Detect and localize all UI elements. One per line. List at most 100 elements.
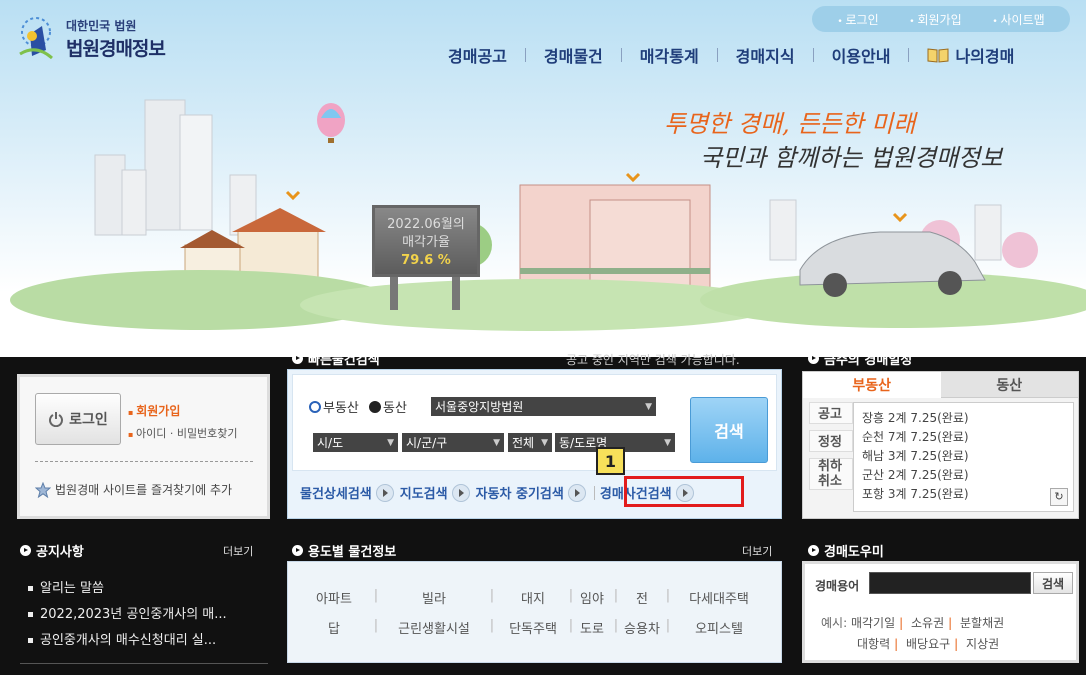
usage-paddy[interactable]: 답 [298,618,370,637]
notice-title-label: 공지사항 [36,545,84,560]
usage-villa[interactable]: 빌라 [382,588,486,607]
glossary-title: 경매도우미 [808,541,884,560]
glossary-examples: 예시: 매각기일 | 소유권 | 분할채권 대항력 | 배당요구 | 지상권 [821,613,1004,655]
category-withdraw[interactable]: 취하 취소 [809,458,853,490]
usage-detached[interactable]: 단독주택 [498,618,568,637]
example-term[interactable]: 소유권 [911,616,944,630]
list-item[interactable]: 알리는 말씀 [28,576,227,602]
usage-forest[interactable]: 임야 [574,588,610,607]
example-term[interactable]: 분할채권 [960,616,1004,630]
list-item[interactable]: 2022,2023년 공인중개사의 매... [28,602,227,628]
category-correction[interactable]: 정정 [809,430,853,452]
divider: | [665,588,671,603]
all-select-value: 전체 [512,436,535,450]
list-item[interactable]: 장흥 2계 7.25(완료) [862,409,1065,428]
radio-movable[interactable]: 동산 [369,397,407,416]
detail-search-link[interactable]: 물건상세검색 [300,483,394,502]
usage-multi-family[interactable]: 다세대주택 [674,588,764,607]
list-item[interactable]: 공인중개사의 매수신청대리 실... [28,628,227,654]
chevron-down-icon: ▼ [387,437,394,448]
chevron-right-icon [451,483,470,502]
join-link[interactable]: 회원가입 [128,402,180,419]
divider: | [894,637,899,651]
example-label: 예시: [821,616,848,630]
detail-search-label: 물건상세검색 [300,487,372,502]
usage-title: 용도별 물건정보 [292,541,396,560]
quick-search-button[interactable]: 검색 [690,397,768,463]
sigungu-select[interactable]: 시/군/구 ▼ [402,433,504,452]
add-favorite-link[interactable]: 법원경매 사이트를 즐겨찾기에 추가 [35,481,232,498]
category-cancel-label: 취소 [818,474,842,489]
list-item[interactable]: 해남 3계 7.25(완료) [862,447,1065,466]
divider: | [613,588,619,603]
usage-road[interactable]: 도로 [574,618,610,637]
divider: | [613,618,619,633]
court-select[interactable]: 서울중앙지방법원 ▼ [431,397,656,416]
power-icon [49,412,64,427]
glossary-search-input[interactable] [869,572,1031,594]
usage-land[interactable]: 대지 [498,588,568,607]
usage-officetel[interactable]: 오피스텔 [674,618,764,637]
schedule-panel: 부동산 동산 공고 정정 취하 취소 장흥 2계 7.25(완료) 순천 7계 … [802,371,1079,519]
billboard-value: 79.6 % [401,253,451,268]
usage-more-link[interactable]: 더보기 [742,543,772,559]
map-search-link[interactable]: 지도검색 [400,483,470,502]
hero-banner: 대한민국 법원 법원경매정보 로그인 회원가입 사이트맵 경매공고 경매물건 매… [0,0,1086,357]
court-select-value: 서울중앙지방법원 [435,400,524,414]
schedule-title: 금주의 경매일정 [808,349,912,368]
divider: | [373,588,379,603]
divider: | [954,637,959,651]
bullet-icon [292,545,303,556]
quick-search-title: 빠른물건검색 [292,349,380,368]
all-select[interactable]: 전체 ▼ [508,433,552,452]
sido-select-value: 시/도 [317,436,344,450]
list-item[interactable]: 포항 3계 7.25(완료) [862,485,1065,504]
radio-realestate[interactable]: 부동산 [309,397,359,416]
divider: | [489,588,495,603]
tab-movable[interactable]: 동산 [940,372,1078,398]
usage-field[interactable]: 전 [622,588,662,607]
bullet-icon [808,353,819,364]
find-id-password-link[interactable]: 아이디 · 비밀번호찾기 [128,425,238,441]
divider: | [899,616,904,630]
map-search-label: 지도검색 [399,487,448,502]
sale-rate-billboard: 2022.06월의 매각가율 79.6 % [372,205,480,277]
billboard-label: 매각가율 [402,235,450,250]
example-term[interactable]: 배당요구 [906,637,950,651]
highlight-box [624,476,744,507]
usage-apartment[interactable]: 아파트 [298,588,370,607]
list-item[interactable]: 군산 2계 7.25(완료) [862,466,1065,485]
refresh-icon[interactable]: ↻ [1050,488,1068,506]
schedule-title-label: 금주의 경매일정 [824,353,913,368]
tab-realestate[interactable]: 부동산 [803,372,941,398]
usage-car[interactable]: 승용차 [622,618,662,637]
divider: | [489,618,495,633]
divider [20,663,268,664]
radio-movable-label: 동산 [383,401,407,416]
example-term[interactable]: 매각기일 [851,616,895,630]
example-term[interactable]: 대항력 [857,637,890,651]
chevron-down-icon: ▼ [664,437,671,448]
sido-select[interactable]: 시/도 ▼ [313,433,398,452]
notice-title: 공지사항 [20,541,84,560]
hot-air-balloon-icon [317,103,345,143]
usage-commercial[interactable]: 근린생활시설 [382,618,486,637]
list-item[interactable]: 순천 7계 7.25(완료) [862,428,1065,447]
bullet-icon [292,353,303,364]
glossary-label: 경매용어 [815,579,860,593]
example-term[interactable]: 지상권 [966,637,999,651]
notice-more-link[interactable]: 더보기 [223,543,253,559]
divider: | [373,618,379,633]
category-notice[interactable]: 공고 [809,402,853,424]
sigungu-select-value: 시/군/구 [406,436,448,450]
glossary-title-label: 경매도우미 [824,545,884,560]
login-button[interactable]: 로그인 [35,393,121,445]
glossary-search-button[interactable]: 검색 [1033,572,1073,594]
usage-row: 아파트 | 빌라 | 대지 | 임야 | 전 | 다세대주택 [298,588,764,607]
radio-realestate-label: 부동산 [323,401,359,416]
schedule-tabs: 부동산 동산 [803,372,1078,398]
usage-panel: 아파트 | 빌라 | 대지 | 임야 | 전 | 다세대주택 답 | 근린생활시… [287,561,782,663]
link-divider [593,485,595,500]
usage-row: 답 | 근린생활시설 | 단독주택 | 도로 | 승용차 | 오피스텔 [298,618,764,637]
vehicle-search-link[interactable]: 자동차 중기검색 [476,483,586,502]
